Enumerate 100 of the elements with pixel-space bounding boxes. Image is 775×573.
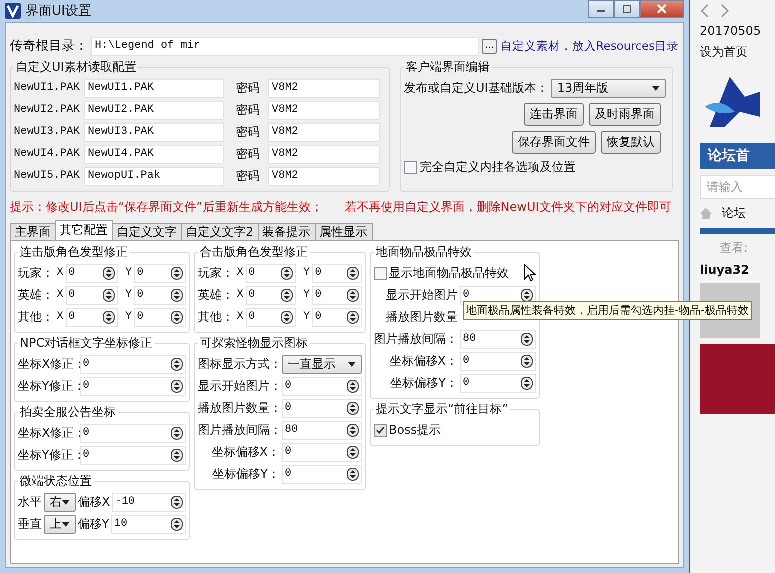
row-label: 坐标偏移Y： — [212, 466, 280, 482]
pack-file-field[interactable]: NewopUI.Pak — [84, 166, 224, 186]
row-label: 玩家： — [198, 264, 234, 282]
tab[interactable]: 主界面 — [10, 223, 56, 240]
caret-icon — [652, 86, 660, 91]
pack-file-field[interactable]: NewUI1.PAK — [84, 78, 224, 98]
pack-label: NewUI5.PAK — [14, 170, 82, 182]
password-field[interactable]: V8M2 — [268, 78, 380, 98]
checkbox-label: Boss提示 — [389, 422, 442, 438]
pack-label: NewUI4.PAK — [14, 148, 82, 160]
group-title: 连击版角色发型修正 — [19, 244, 129, 261]
password-field[interactable]: V8M2 — [268, 122, 380, 142]
password-field[interactable]: V8M2 — [268, 100, 380, 120]
password-label: 密码 — [236, 80, 260, 96]
axis-label: Y — [126, 311, 132, 323]
password-label: 密码 — [236, 146, 260, 162]
version-dropdown[interactable]: 13周年版 — [551, 79, 666, 98]
caret-icon — [62, 500, 70, 504]
row-label: 坐标偏移X： — [210, 444, 280, 460]
password-field[interactable]: V8M2 — [268, 166, 380, 186]
action-button[interactable]: 连击界面 — [524, 103, 584, 126]
row-label: 显示开始图片： — [198, 378, 280, 394]
pack-file-field[interactable]: NewUI4.PAK — [84, 144, 224, 164]
hint-text: 提示：修改UI后点击“保存界面文件”后重新生成方能生效； — [10, 198, 323, 216]
set-home-link[interactable]: 设为首页 — [700, 44, 748, 61]
password-label: 密码 — [236, 102, 260, 118]
row-label: 其他： — [18, 308, 54, 326]
row-label: 坐标偏移X： — [388, 352, 458, 370]
row-label: 垂直 — [18, 516, 42, 532]
tab[interactable]: 属性显示 — [314, 223, 373, 240]
password-field[interactable]: V8M2 — [268, 144, 380, 164]
axis-label: Y — [126, 267, 132, 279]
axis-label: Y — [126, 289, 132, 301]
tab[interactable]: 自定义文字2 — [181, 223, 259, 240]
password-label: 密码 — [236, 124, 260, 140]
axis-label: X — [57, 267, 64, 279]
version-label: 发布或自定义UI基础版本： — [404, 80, 548, 97]
view-label: 查看: — [720, 240, 748, 257]
pack-label: NewUI2.PAK — [14, 104, 82, 116]
group-title: 地面物品极品特效 — [375, 244, 473, 261]
group-title: 微端状态位置 — [19, 473, 93, 490]
pack-file-field[interactable]: NewUI2.PAK — [84, 100, 224, 120]
tab[interactable]: 装备提示 — [258, 223, 316, 240]
checkbox[interactable] — [404, 161, 417, 174]
group-title: NPC对话框文字坐标修正 — [19, 335, 154, 352]
checkbox[interactable] — [374, 266, 387, 280]
axis-label: X — [237, 311, 244, 323]
dropdown[interactable]: 一直显示 — [282, 354, 362, 374]
tooltip: 地面极品属性装备特效，启用后需勾选内挂-物品-极品特效 — [463, 301, 752, 320]
group-title: 自定义UI素材读取配置 — [15, 59, 138, 76]
axis-label: X — [57, 311, 64, 323]
root-dir-field[interactable]: H:\Legend of mir — [91, 36, 480, 56]
row-label: 图片播放间隔： — [198, 422, 280, 438]
breadcrumb-link[interactable]: 论坛 — [722, 205, 746, 222]
user-name[interactable]: liuya32 — [700, 263, 750, 277]
group-title: 可探索怪物显示图标 — [199, 335, 309, 352]
row-label: 图标显示方式： — [198, 356, 280, 372]
row-label: 播放图片数量 — [385, 308, 458, 326]
caret-icon — [62, 522, 70, 526]
axis-label: Y — [304, 267, 310, 279]
browse-button[interactable]: ... — [482, 38, 498, 54]
pack-file-field[interactable]: NewUI3.PAK — [84, 122, 224, 142]
checkbox-label: 显示地面物品极品特效 — [389, 264, 509, 282]
row-label: 玩家： — [18, 264, 54, 282]
tab[interactable]: 自定义文字 — [112, 223, 182, 240]
close-button[interactable] — [640, 0, 684, 18]
forward-icon[interactable] — [720, 4, 730, 18]
password-label: 密码 — [236, 168, 260, 184]
axis-label: X — [237, 289, 244, 301]
row-label: 英雄： — [18, 286, 54, 304]
back-icon[interactable] — [700, 4, 710, 18]
row-label: 显示开始图片 — [385, 286, 458, 304]
axis-label: X — [57, 289, 64, 301]
pack-label: NewUI3.PAK — [14, 126, 82, 138]
forum-home-tab[interactable]: 论坛首 — [700, 143, 775, 169]
checkbox[interactable] — [374, 424, 387, 436]
row-label: 坐标Y修正： — [18, 378, 78, 394]
offset-label: 偏移Y — [78, 516, 110, 532]
action-button[interactable]: 恢复默认 — [601, 131, 661, 154]
row-label: 图片播放间隔： — [374, 330, 458, 348]
axis-label: Y — [304, 289, 310, 301]
tab[interactable]: 其它配置 — [55, 220, 113, 240]
checkbox-label: 完全自定义内挂各选项及位置 — [420, 159, 576, 176]
pack-label: NewUI1.PAK — [14, 82, 82, 94]
row-label: 其他： — [198, 308, 234, 326]
group-title: 提示文字显示“前往目标” — [375, 401, 510, 418]
row-label: 播放图片数量： — [198, 400, 280, 416]
row-label: 水平 — [18, 494, 42, 510]
row-label: 坐标偏移Y： — [390, 374, 458, 392]
browser-tab[interactable]: 20170505 — [700, 24, 762, 38]
minimize-button[interactable] — [588, 0, 614, 18]
maximize-icon — [622, 4, 632, 14]
mouse-cursor-icon — [524, 264, 536, 282]
action-button[interactable]: 及时雨界面 — [589, 103, 661, 126]
close-icon — [657, 4, 667, 14]
root-dir-label: 传奇根目录： — [10, 38, 88, 55]
dropdown[interactable]: 右 — [44, 492, 76, 512]
dropdown[interactable]: 上 — [44, 514, 76, 534]
maximize-button[interactable] — [614, 0, 640, 18]
action-button[interactable]: 保存界面文件 — [512, 131, 596, 154]
